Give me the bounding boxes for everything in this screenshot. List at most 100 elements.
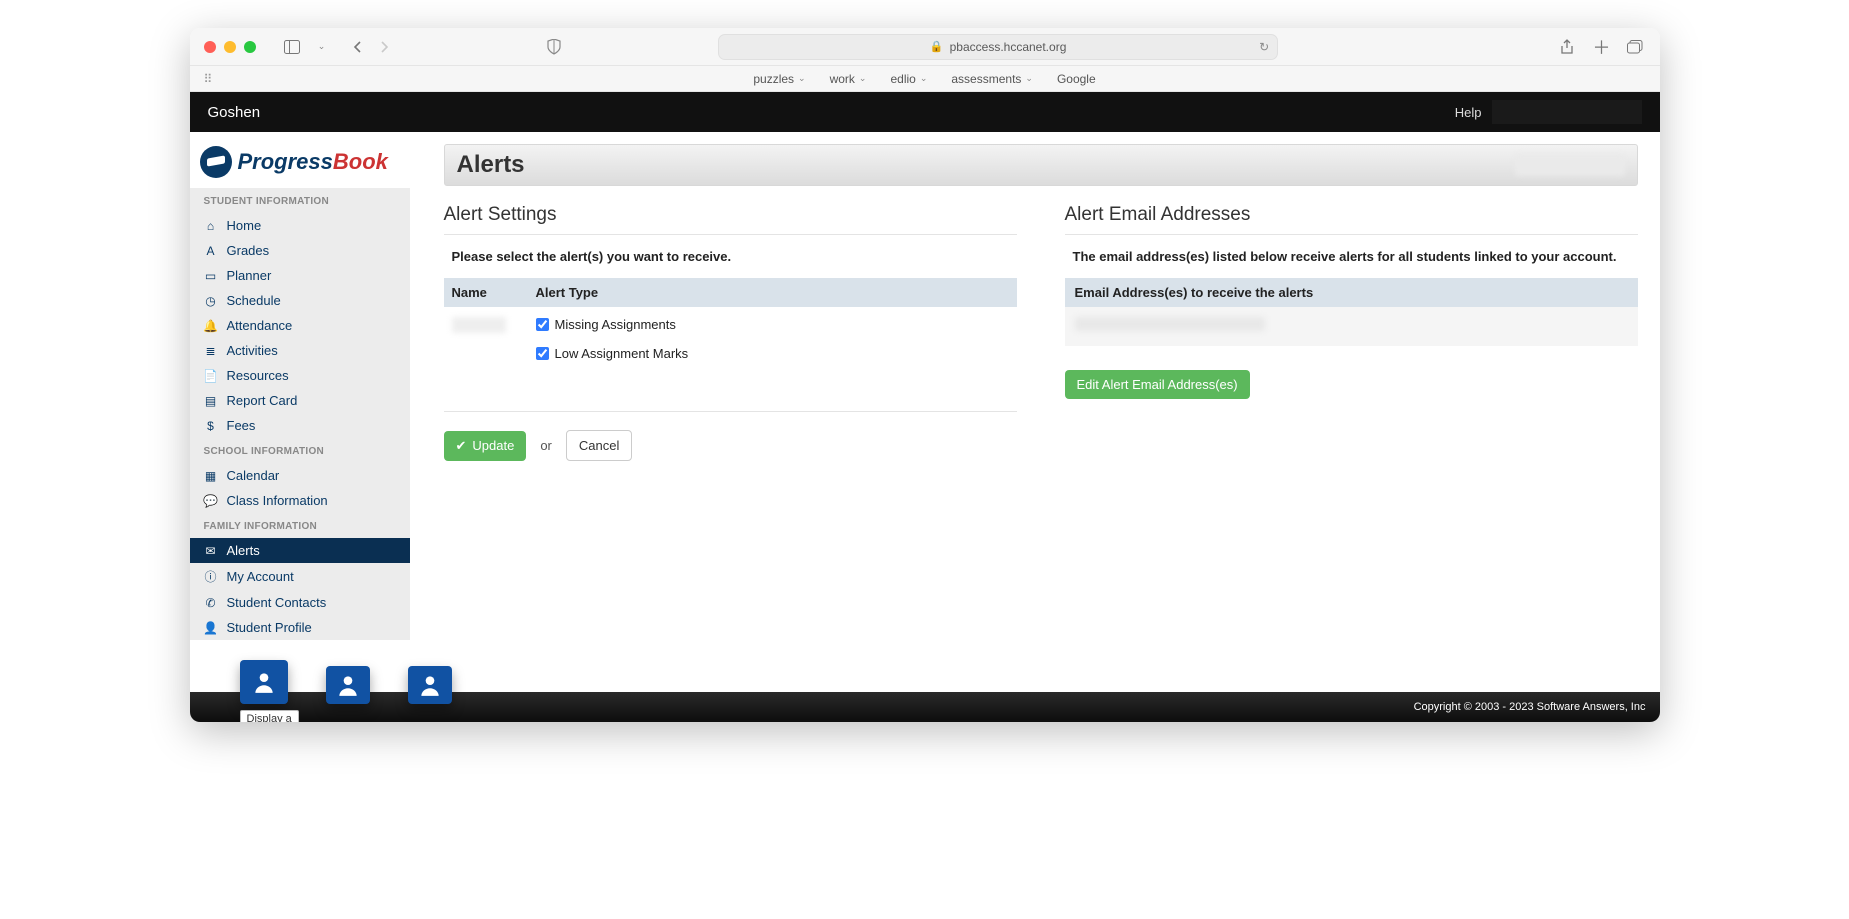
minimize-window-icon[interactable]	[224, 41, 236, 53]
lock-icon: 🔒	[930, 40, 944, 53]
sidebar-item-home[interactable]: ⌂Home	[190, 213, 410, 238]
logo-text: ProgressBook	[238, 149, 388, 175]
sidebar-toggle-icon[interactable]	[282, 37, 302, 57]
sidebar-item-my-account[interactable]: ⓘ My Account	[190, 563, 410, 590]
main-content: Alerts Alert Settings Please select the …	[410, 132, 1660, 692]
my-account-icon: ⓘ	[204, 568, 218, 585]
alert-type-row: Missing Assignments	[536, 317, 1009, 332]
chevron-down-icon: ⌄	[1025, 73, 1033, 84]
alert-type-row: Low Assignment Marks	[536, 346, 1009, 361]
help-link[interactable]: Help	[1455, 105, 1482, 120]
activities-icon: ≣	[204, 344, 218, 358]
district-name: Goshen	[208, 104, 261, 121]
section-heading: Alert Settings	[444, 204, 1017, 235]
sidebar-item-label: Student Profile	[227, 620, 312, 635]
email-redacted	[1075, 317, 1265, 331]
calendar-icon: ▦	[204, 469, 218, 483]
sidebar-item-student-contacts[interactable]: ✆ Student Contacts	[190, 590, 410, 615]
cancel-button[interactable]: Cancel	[566, 430, 632, 461]
class-information-icon: 💬	[204, 494, 218, 508]
sidebar-item-resources[interactable]: 📄Resources	[190, 363, 410, 388]
alerts-table: Name Alert Type Missing Assignments	[444, 278, 1017, 385]
student-avatar[interactable]	[408, 666, 452, 704]
alert-checkbox-missing[interactable]	[536, 318, 549, 331]
chevron-down-icon: ⌄	[798, 73, 806, 84]
section-instruction: The email address(es) listed below recei…	[1065, 249, 1638, 278]
email-col-header: Email Address(es) to receive the alerts	[1065, 278, 1638, 307]
alert-type-label: Low Assignment Marks	[555, 346, 689, 361]
sidebar-item-label: Grades	[227, 243, 270, 258]
sidebar-item-attendance[interactable]: 🔔Attendance	[190, 313, 410, 338]
student-switcher: Display a	[240, 660, 452, 704]
privacy-shield-icon[interactable]	[544, 37, 564, 57]
schedule-icon: ◷	[204, 294, 218, 308]
sidebar-item-student-profile[interactable]: 👤Student Profile	[190, 615, 410, 640]
grades-icon: A	[204, 244, 218, 258]
close-window-icon[interactable]	[204, 41, 216, 53]
sidebar-item-fees[interactable]: $Fees	[190, 413, 410, 438]
browser-titlebar: ⌄ 🔒 pbaccess.hccanet.org ↻ ＋	[190, 28, 1660, 66]
page-title: Alerts	[457, 151, 525, 179]
alert-emails-section: Alert Email Addresses The email address(…	[1065, 204, 1638, 461]
refresh-icon[interactable]: ↻	[1259, 40, 1269, 54]
app-logo[interactable]: ProgressBook	[190, 132, 410, 188]
sidebar-item-label: Attendance	[227, 318, 293, 333]
bookmark-item[interactable]: assessments⌄	[951, 72, 1033, 86]
chevron-down-icon: ⌄	[920, 73, 928, 84]
sidebar-item-grades[interactable]: A Grades	[190, 238, 410, 263]
sidebar-item-label: Activities	[227, 343, 278, 358]
maximize-window-icon[interactable]	[244, 41, 256, 53]
alert-settings-section: Alert Settings Please select the alert(s…	[444, 204, 1017, 461]
sidebar-item-class-information[interactable]: 💬Class Information	[190, 488, 410, 513]
student-contacts-icon: ✆	[204, 596, 218, 610]
resources-icon: 📄	[204, 369, 218, 383]
sidebar-item-activities[interactable]: ≣ Activities	[190, 338, 410, 363]
bookmark-item[interactable]: puzzles⌄	[753, 72, 805, 86]
new-tab-icon[interactable]: ＋	[1591, 37, 1611, 57]
sidebar-item-schedule[interactable]: ◷ Schedule	[190, 288, 410, 313]
bookmarks-bar: ⠿ puzzles⌄ work⌄ edlio⌄ assessments⌄ Goo…	[190, 66, 1660, 92]
share-icon[interactable]	[1557, 37, 1577, 57]
student-name-redacted	[452, 317, 506, 333]
student-avatar[interactable]	[326, 666, 370, 704]
student-avatar[interactable]	[240, 660, 288, 704]
email-row	[1065, 307, 1638, 346]
back-button[interactable]	[348, 37, 368, 57]
bookmark-item[interactable]: edlio⌄	[890, 72, 927, 86]
forward-button[interactable]	[374, 37, 394, 57]
sidebar-item-label: Planner	[227, 268, 272, 283]
user-menu[interactable]	[1492, 100, 1642, 124]
sidebar-item-label: My Account	[227, 569, 294, 584]
update-label: Update	[472, 438, 514, 453]
sidebar-section-header: FAMILY INFORMATION	[190, 513, 410, 538]
edit-emails-button[interactable]: Edit Alert Email Address(es)	[1065, 370, 1250, 399]
sidebar-item-calendar[interactable]: ▦ Calendar	[190, 463, 410, 488]
sidebar-item-label: Alerts	[227, 543, 260, 558]
col-name: Name	[444, 278, 528, 307]
sidebar-item-alerts[interactable]: ✉ Alerts	[190, 538, 410, 563]
sidebar-item-planner[interactable]: ▭ Planner	[190, 263, 410, 288]
apps-grid-icon[interactable]: ⠿	[204, 72, 213, 86]
sidebar: ProgressBook STUDENT INFORMATION⌂HomeAGr…	[190, 132, 410, 692]
traffic-lights	[204, 41, 256, 53]
sidebar-item-label: Schedule	[227, 293, 281, 308]
app-topbar: Goshen Help	[190, 92, 1660, 132]
chevron-down-icon[interactable]: ⌄	[312, 37, 332, 57]
sidebar-item-label: Calendar	[227, 468, 280, 483]
alerts-icon: ✉	[204, 544, 218, 558]
avatar-tooltip: Display a	[240, 710, 299, 722]
planner-icon: ▭	[204, 269, 218, 283]
section-heading: Alert Email Addresses	[1065, 204, 1638, 235]
edit-emails-label: Edit Alert Email Address(es)	[1077, 377, 1238, 392]
sidebar-item-report-card[interactable]: ▤Report Card	[190, 388, 410, 413]
tabs-icon[interactable]	[1625, 37, 1645, 57]
update-button[interactable]: ✔ Update	[444, 431, 527, 461]
cancel-label: Cancel	[579, 438, 619, 453]
bookmark-item[interactable]: work⌄	[830, 72, 867, 86]
sidebar-item-label: Student Contacts	[227, 595, 327, 610]
url-bar[interactable]: 🔒 pbaccess.hccanet.org ↻	[718, 34, 1278, 60]
alert-checkbox-lowmarks[interactable]	[536, 347, 549, 360]
logo-icon	[200, 146, 232, 178]
divider	[444, 411, 1017, 412]
bookmark-item[interactable]: Google	[1057, 72, 1096, 86]
